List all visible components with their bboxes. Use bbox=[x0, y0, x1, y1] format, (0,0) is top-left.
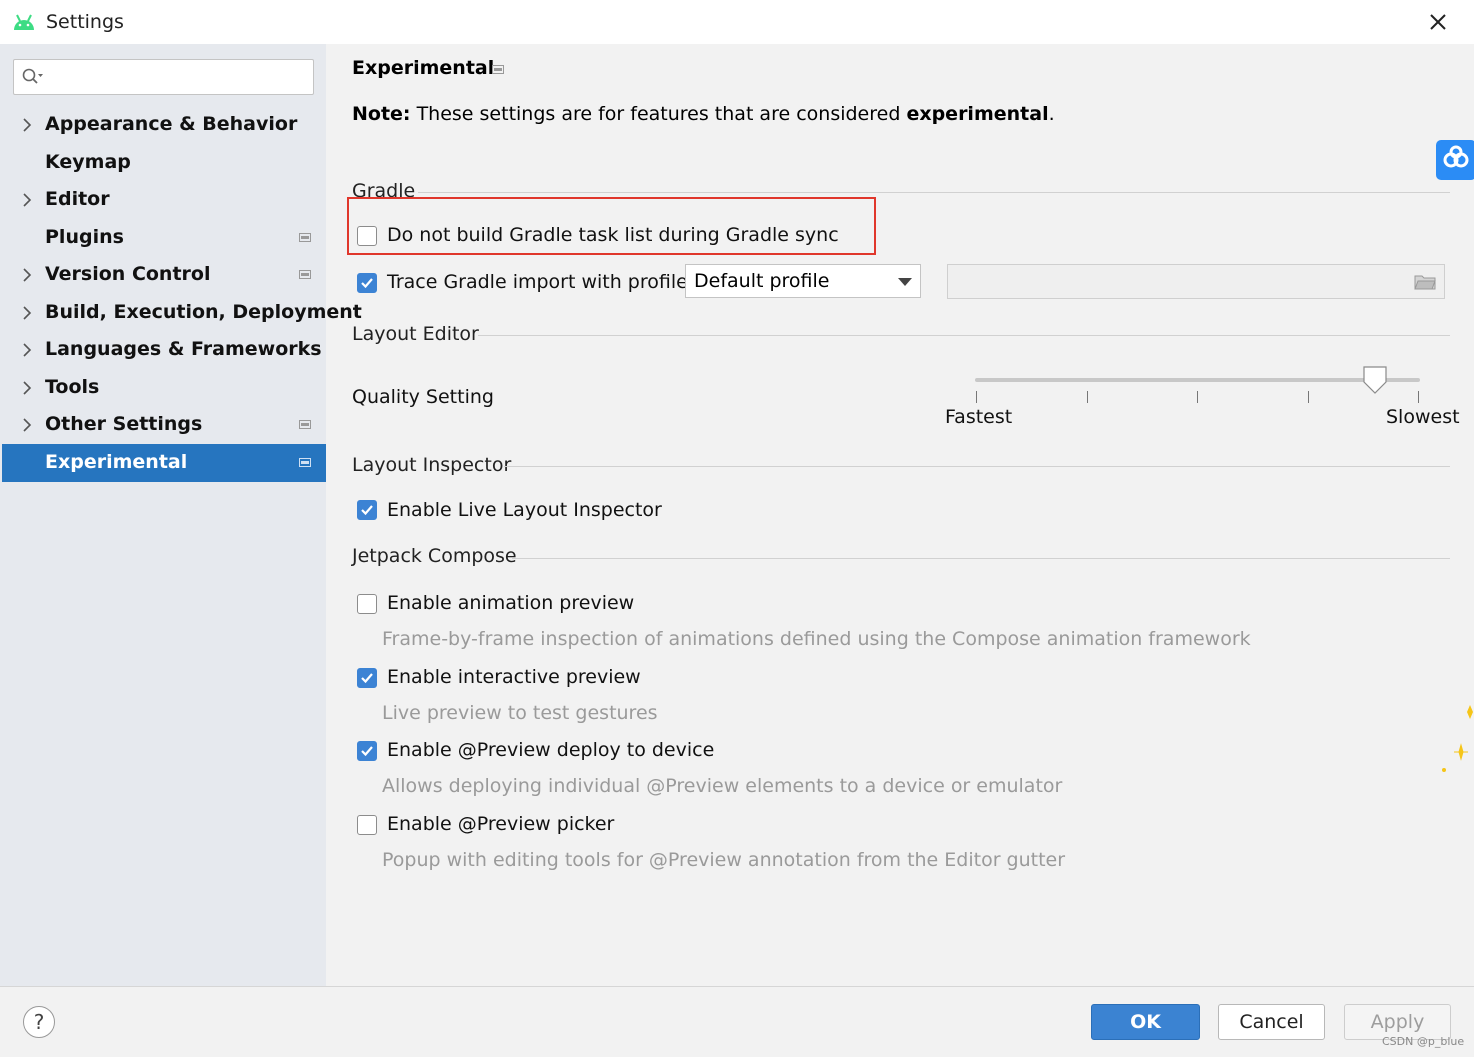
slider-tick bbox=[1197, 391, 1198, 403]
sidebar-item-label: Plugins bbox=[45, 226, 124, 248]
quality-slider[interactable] bbox=[975, 378, 1420, 382]
ok-button[interactable]: OK bbox=[1091, 1004, 1200, 1040]
divider bbox=[512, 558, 1450, 559]
watermark: CSDN @p_blue bbox=[1382, 1035, 1465, 1048]
slider-min-label: Fastest bbox=[945, 406, 1013, 428]
compose-option-checkbox[interactable] bbox=[357, 815, 377, 835]
project-scope-icon bbox=[492, 65, 504, 74]
settings-content: Experimental Note: These settings are fo… bbox=[326, 44, 1474, 986]
slider-tick bbox=[976, 391, 977, 403]
cloud-sync-icon[interactable] bbox=[1436, 140, 1474, 180]
help-button[interactable]: ? bbox=[23, 1006, 55, 1038]
slider-tick bbox=[1418, 391, 1419, 403]
sidebar-item-label: Other Settings bbox=[45, 413, 203, 435]
search-input[interactable] bbox=[13, 59, 314, 95]
sidebar-item-label: Tools bbox=[45, 376, 100, 398]
settings-sidebar: Appearance & Behavior Keymap Editor Plugins… bbox=[0, 44, 362, 986]
project-scope-icon bbox=[299, 270, 311, 279]
chevron-down-icon bbox=[898, 278, 912, 286]
title-bar: Settings bbox=[0, 0, 1474, 44]
slider-tick bbox=[1307, 391, 1309, 403]
compose-option-label: Enable animation preview bbox=[387, 592, 635, 614]
sidebar-item-label: Keymap bbox=[45, 151, 131, 173]
project-scope-icon bbox=[299, 458, 311, 467]
layout-inspector-section-title: Layout Inspector bbox=[352, 454, 512, 476]
sidebar-item[interactable]: Other Settings bbox=[2, 406, 326, 444]
profile-select-value: Default profile bbox=[694, 270, 830, 292]
live-layout-inspector-label: Enable Live Layout Inspector bbox=[387, 499, 662, 521]
dialog-footer: ? OK Cancel Apply bbox=[0, 986, 1474, 1057]
chevron-right-icon[interactable] bbox=[22, 418, 32, 432]
compose-option-description: Allows deploying individual @Preview ele… bbox=[382, 775, 1063, 797]
project-scope-icon bbox=[299, 233, 311, 242]
trace-import-label: Trace Gradle import with profile: bbox=[387, 271, 695, 293]
sidebar-item-label: Editor bbox=[45, 188, 110, 210]
layout-editor-section-title: Layout Editor bbox=[352, 323, 479, 345]
chevron-right-icon[interactable] bbox=[22, 381, 32, 395]
compose-option-checkbox[interactable] bbox=[357, 594, 377, 614]
compose-option-description: Live preview to test gestures bbox=[382, 702, 658, 724]
sidebar-item[interactable]: Keymap bbox=[2, 144, 326, 182]
chevron-right-icon[interactable] bbox=[22, 118, 32, 132]
divider bbox=[418, 192, 1450, 193]
sidebar-item[interactable]: Editor bbox=[2, 181, 326, 219]
quality-setting-label: Quality Setting bbox=[352, 386, 494, 408]
compose-option-label: Enable @Preview picker bbox=[387, 813, 615, 835]
slider-tick bbox=[1086, 391, 1088, 403]
search-icon bbox=[22, 68, 43, 84]
compose-option-checkbox[interactable] bbox=[357, 668, 377, 688]
sparkle-decoration-icon bbox=[1442, 705, 1473, 772]
cancel-button[interactable]: Cancel bbox=[1218, 1004, 1325, 1040]
chevron-right-icon[interactable] bbox=[22, 343, 32, 357]
close-icon[interactable] bbox=[1426, 10, 1450, 34]
compose-option-checkbox[interactable] bbox=[357, 741, 377, 761]
sidebar-item-label: Appearance & Behavior bbox=[45, 113, 298, 135]
trace-import-checkbox[interactable] bbox=[357, 273, 377, 293]
sidebar-item[interactable]: Appearance & Behavior bbox=[2, 106, 326, 144]
compose-option-label: Enable interactive preview bbox=[387, 666, 641, 688]
no-task-list-checkbox[interactable] bbox=[357, 226, 377, 246]
slider-max-label: Slowest bbox=[1386, 406, 1460, 428]
sidebar-item[interactable]: Experimental bbox=[2, 444, 326, 482]
sidebar-item[interactable]: Build, Execution, Deployment bbox=[2, 294, 362, 332]
compose-option-description: Frame-by-frame inspection of animations … bbox=[382, 628, 1251, 650]
sidebar-item-label: Languages & Frameworks bbox=[45, 338, 322, 360]
divider bbox=[478, 335, 1450, 336]
android-studio-icon bbox=[14, 14, 34, 30]
experimental-note: Note: These settings are for features th… bbox=[352, 103, 1055, 125]
window-title: Settings bbox=[46, 11, 124, 33]
profile-path-field[interactable] bbox=[947, 264, 1445, 299]
slider-thumb[interactable] bbox=[1363, 366, 1387, 394]
jetpack-compose-section-title: Jetpack Compose bbox=[352, 545, 517, 567]
project-scope-icon bbox=[299, 420, 311, 429]
sidebar-item-label: Build, Execution, Deployment bbox=[45, 301, 362, 323]
sidebar-item[interactable]: Plugins bbox=[2, 219, 326, 257]
sidebar-item[interactable]: Version Control bbox=[2, 256, 326, 294]
live-layout-inspector-checkbox[interactable] bbox=[357, 500, 377, 520]
chevron-right-icon[interactable] bbox=[22, 268, 32, 282]
divider bbox=[504, 466, 1450, 467]
compose-option-description: Popup with editing tools for @Preview an… bbox=[382, 849, 1066, 871]
profile-select[interactable]: Default profile bbox=[685, 264, 921, 298]
compose-option-label: Enable @Preview deploy to device bbox=[387, 739, 715, 761]
chevron-right-icon[interactable] bbox=[22, 306, 32, 320]
sidebar-item-label: Experimental bbox=[45, 451, 188, 473]
sidebar-item-label: Version Control bbox=[45, 263, 211, 285]
sidebar-item[interactable]: Languages & Frameworks bbox=[2, 331, 326, 369]
folder-icon[interactable] bbox=[1414, 274, 1436, 290]
sidebar-item[interactable]: Tools bbox=[2, 369, 326, 407]
chevron-right-icon[interactable] bbox=[22, 193, 32, 207]
no-task-list-label: Do not build Gradle task list during Gra… bbox=[387, 224, 839, 246]
page-title: Experimental bbox=[352, 57, 495, 79]
